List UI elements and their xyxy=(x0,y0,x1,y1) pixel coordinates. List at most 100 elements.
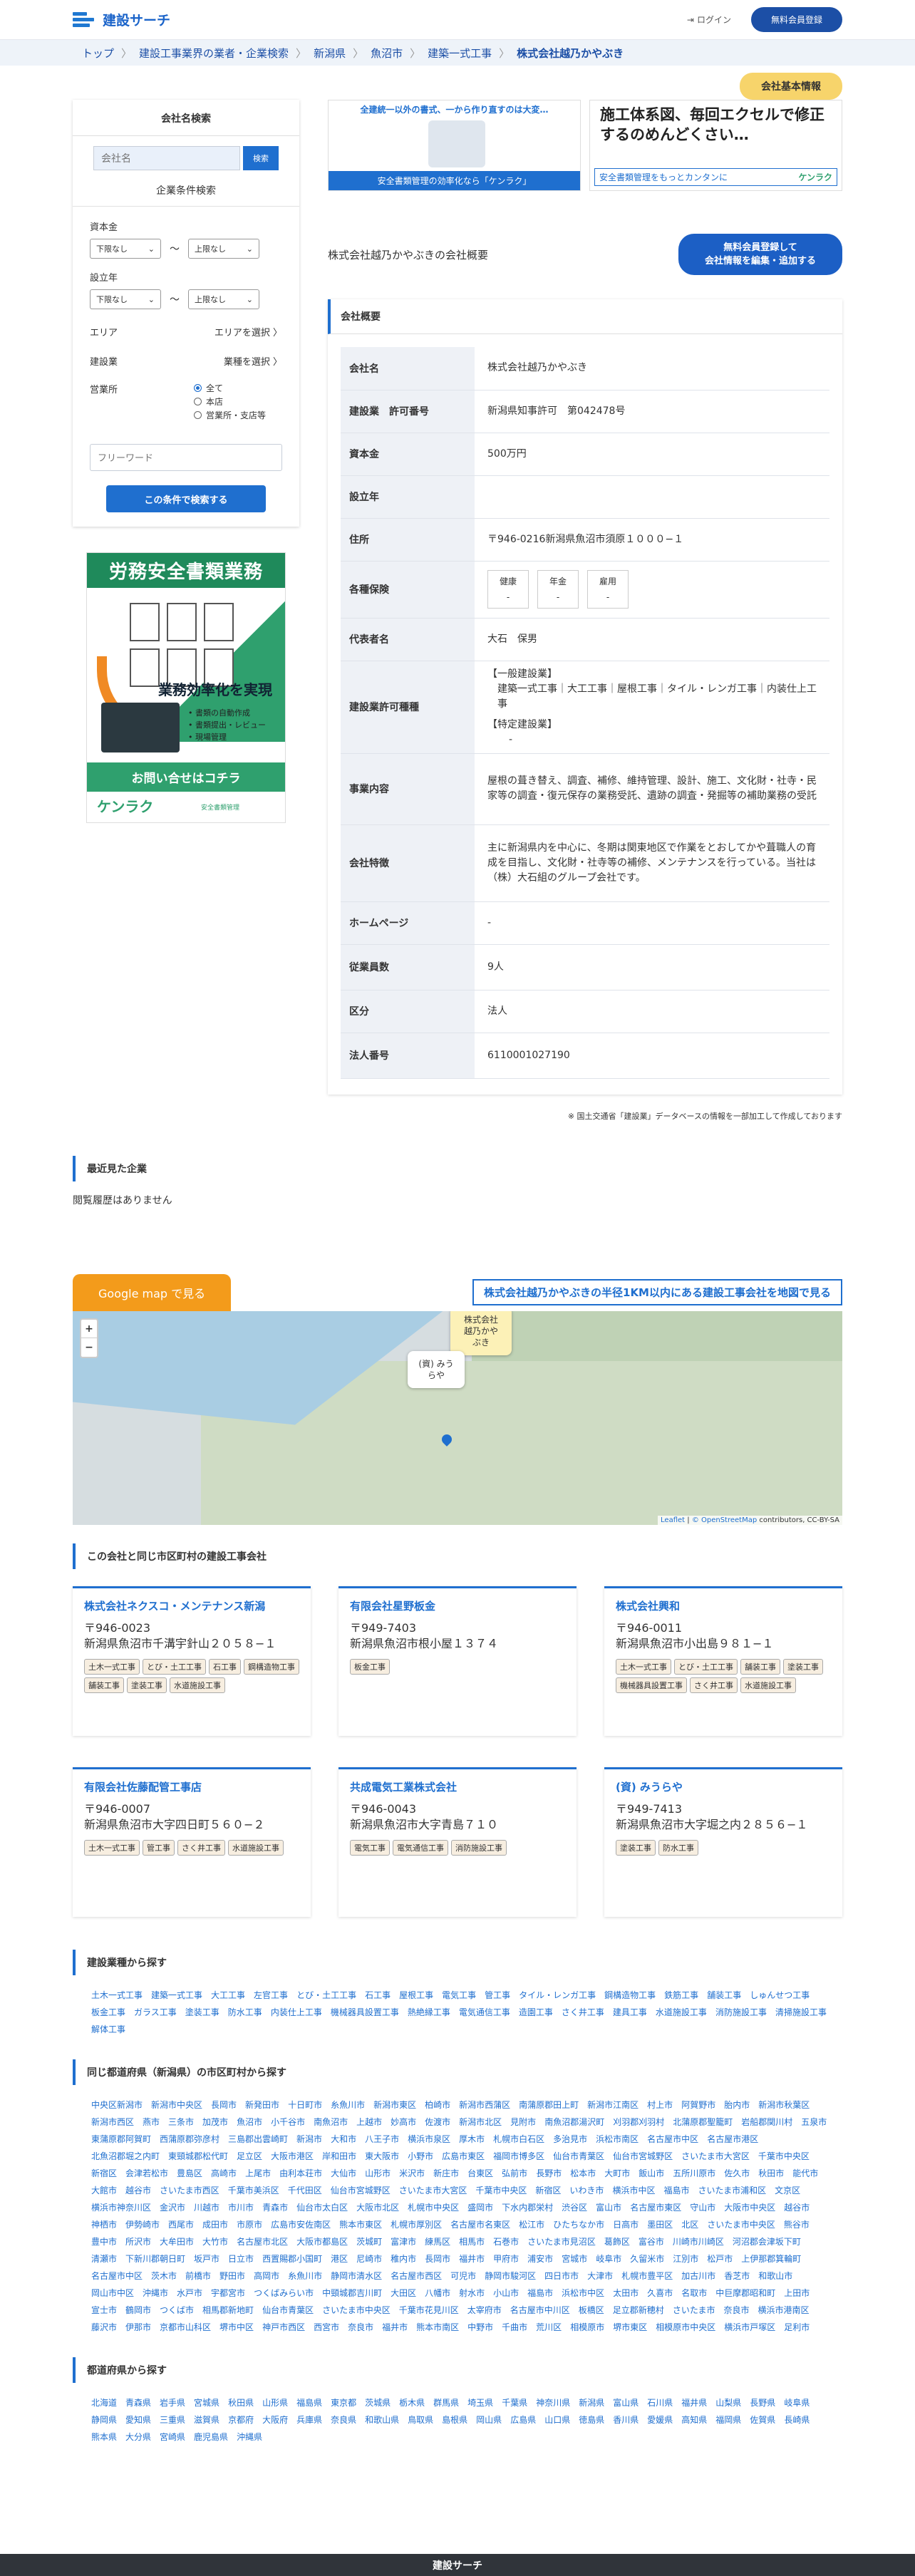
city-link[interactable]: 名古屋市名東区 xyxy=(450,2220,510,2230)
city-link[interactable]: 加古川市 xyxy=(681,2271,715,2281)
industry-link[interactable]: 屋根工事 xyxy=(399,1990,433,2000)
prefecture-link[interactable]: 和歌山県 xyxy=(365,2415,399,2425)
industry-link[interactable]: 大工工事 xyxy=(211,1990,245,2000)
prefecture-link[interactable]: 島根県 xyxy=(442,2415,467,2425)
industry-link[interactable]: 左官工事 xyxy=(254,1990,288,2000)
city-link[interactable]: 大阪市中央区 xyxy=(724,2203,775,2213)
city-link[interactable]: 沖縄市 xyxy=(143,2288,168,2298)
city-link[interactable]: 豊島区 xyxy=(177,2168,202,2178)
city-link[interactable]: 新潟市東区 xyxy=(373,2100,416,2110)
city-link[interactable]: 横浜市泉区 xyxy=(408,2134,450,2144)
city-link[interactable]: 岐阜市 xyxy=(596,2254,621,2264)
prefecture-link[interactable]: 群馬県 xyxy=(433,2398,459,2408)
city-link[interactable]: 静岡市清水区 xyxy=(331,2271,382,2281)
industry-link[interactable]: 石工事 xyxy=(365,1990,391,2000)
city-link[interactable]: 仙台市宮城野区 xyxy=(331,2186,391,2195)
prefecture-link[interactable]: 香川県 xyxy=(613,2415,639,2425)
city-link[interactable]: 新潟市北区 xyxy=(459,2117,502,2127)
site-logo[interactable]: 建設サーチ xyxy=(73,9,170,31)
city-link[interactable]: 葛飾区 xyxy=(604,2237,630,2247)
city-link[interactable]: 太宰府市 xyxy=(467,2305,502,2315)
prefecture-link[interactable]: 北海道 xyxy=(91,2398,117,2408)
prefecture-link[interactable]: 鳥取県 xyxy=(408,2415,433,2425)
crumb-pref[interactable]: 新潟県 xyxy=(314,46,346,61)
city-link[interactable]: 札幌市白石区 xyxy=(493,2134,544,2144)
prefecture-link[interactable]: 青森県 xyxy=(125,2398,151,2408)
city-link[interactable]: 宮城市 xyxy=(562,2254,587,2264)
prefecture-link[interactable]: 福島県 xyxy=(296,2398,322,2408)
city-link[interactable]: 見附市 xyxy=(510,2117,536,2127)
city-link[interactable]: 鶴岡市 xyxy=(125,2305,151,2315)
city-link[interactable]: いわき市 xyxy=(569,2186,604,2195)
condition-search-button[interactable]: この条件で検索する xyxy=(106,485,266,512)
company-card[interactable]: 有限会社星野板金 〒949-7403 新潟県魚沼市根小屋１３７４ 板金工事 xyxy=(338,1586,577,1736)
city-link[interactable]: 八王子市 xyxy=(365,2134,399,2144)
crumb-top[interactable]: トップ xyxy=(82,46,114,61)
industry-link[interactable]: ガラス工事 xyxy=(134,2007,177,2017)
city-link[interactable]: 甲府市 xyxy=(493,2254,519,2264)
city-link[interactable]: 会津若松市 xyxy=(125,2168,168,2178)
industry-link[interactable]: 水道施設工事 xyxy=(656,2007,707,2017)
map-popup-current[interactable]: 株式会社越乃かやぶき xyxy=(450,1310,512,1355)
map-view[interactable]: + − 株式会社越乃かやぶき (資) みうらや Leaflet | © Open… xyxy=(73,1310,842,1525)
city-link[interactable]: 三条市 xyxy=(168,2117,194,2127)
city-link[interactable]: 高岡市 xyxy=(254,2271,279,2281)
city-link[interactable]: 中巨摩郡昭和町 xyxy=(715,2288,775,2298)
city-link[interactable]: 市川市 xyxy=(228,2203,254,2213)
city-link[interactable]: 北魚沼郡堀之内町 xyxy=(91,2151,160,2161)
city-link[interactable]: 福井市 xyxy=(382,2322,408,2332)
city-link[interactable]: 大牟田市 xyxy=(160,2237,194,2247)
prefecture-link[interactable]: 沖縄県 xyxy=(237,2432,262,2442)
city-link[interactable]: 西置賜郡小国町 xyxy=(262,2254,322,2264)
prefecture-link[interactable]: 愛媛県 xyxy=(647,2415,673,2425)
city-link[interactable]: 柏崎市 xyxy=(425,2100,450,2110)
prefecture-link[interactable]: 広島県 xyxy=(510,2415,536,2425)
zoom-out-button[interactable]: − xyxy=(81,1338,97,1357)
card-name[interactable]: 有限会社佐藤配管工事店 xyxy=(84,1779,299,1794)
industry-link[interactable]: 清掃施設工事 xyxy=(775,2007,827,2017)
city-link[interactable]: 佐渡市 xyxy=(425,2117,450,2127)
city-link[interactable]: 神戸市西区 xyxy=(262,2322,305,2332)
city-link[interactable]: 中央区新潟市 xyxy=(91,2100,143,2110)
prefecture-link[interactable]: 滋賀県 xyxy=(194,2415,219,2425)
city-link[interactable]: 南蒲原郡田上町 xyxy=(519,2100,579,2110)
city-link[interactable]: 富津市 xyxy=(391,2237,416,2247)
city-link[interactable]: さいたま市大宮区 xyxy=(681,2151,750,2161)
prefecture-link[interactable]: 茨城県 xyxy=(365,2398,391,2408)
city-link[interactable]: 小野市 xyxy=(408,2151,433,2161)
city-link[interactable]: 名古屋市北区 xyxy=(237,2237,288,2247)
crumb-type[interactable]: 建築一式工事 xyxy=(428,46,492,61)
city-link[interactable]: 川崎市川崎区 xyxy=(673,2237,724,2247)
city-link[interactable]: 西宮市 xyxy=(314,2322,339,2332)
city-link[interactable]: 尼崎市 xyxy=(356,2254,382,2264)
city-link[interactable]: 広島市安佐南区 xyxy=(271,2220,331,2230)
city-link[interactable]: 西蒲原郡弥彦村 xyxy=(160,2134,219,2144)
industry-link[interactable]: さく井工事 xyxy=(562,2007,604,2017)
city-link[interactable]: 仙台市太白区 xyxy=(296,2203,348,2213)
city-link[interactable]: 金沢市 xyxy=(160,2203,185,2213)
prefecture-link[interactable]: 佐賀県 xyxy=(750,2415,775,2425)
city-link[interactable]: 秋田市 xyxy=(758,2168,784,2178)
prefecture-link[interactable]: 鹿児島県 xyxy=(194,2432,228,2442)
prefecture-link[interactable]: 岐阜県 xyxy=(784,2398,810,2408)
city-link[interactable]: 石巻市 xyxy=(493,2237,519,2247)
city-link[interactable]: 藤沢市 xyxy=(91,2322,117,2332)
city-link[interactable]: 長野市 xyxy=(536,2168,562,2178)
city-link[interactable]: 大竹市 xyxy=(202,2237,228,2247)
prefecture-link[interactable]: 岩手県 xyxy=(160,2398,185,2408)
city-link[interactable]: 岡山市中区 xyxy=(91,2288,134,2298)
city-link[interactable]: 東大阪市 xyxy=(365,2151,399,2161)
city-link[interactable]: 上尾市 xyxy=(245,2168,271,2178)
city-link[interactable]: 横浜市港南区 xyxy=(758,2305,809,2315)
city-link[interactable]: 渋谷区 xyxy=(562,2203,587,2213)
prefecture-link[interactable]: 宮城県 xyxy=(194,2398,219,2408)
prefecture-link[interactable]: 福井県 xyxy=(681,2398,707,2408)
city-link[interactable]: 足立区 xyxy=(237,2151,262,2161)
industry-link[interactable]: 解体工事 xyxy=(91,2024,125,2034)
city-link[interactable]: 墨田区 xyxy=(647,2220,673,2230)
city-link[interactable]: 松戸市 xyxy=(707,2254,733,2264)
city-link[interactable]: 横浜市中区 xyxy=(612,2186,655,2195)
city-link[interactable]: 相模原市 xyxy=(570,2322,604,2332)
city-link[interactable]: 足立郡新穂村 xyxy=(613,2305,664,2315)
city-link[interactable]: 市原市 xyxy=(237,2220,262,2230)
